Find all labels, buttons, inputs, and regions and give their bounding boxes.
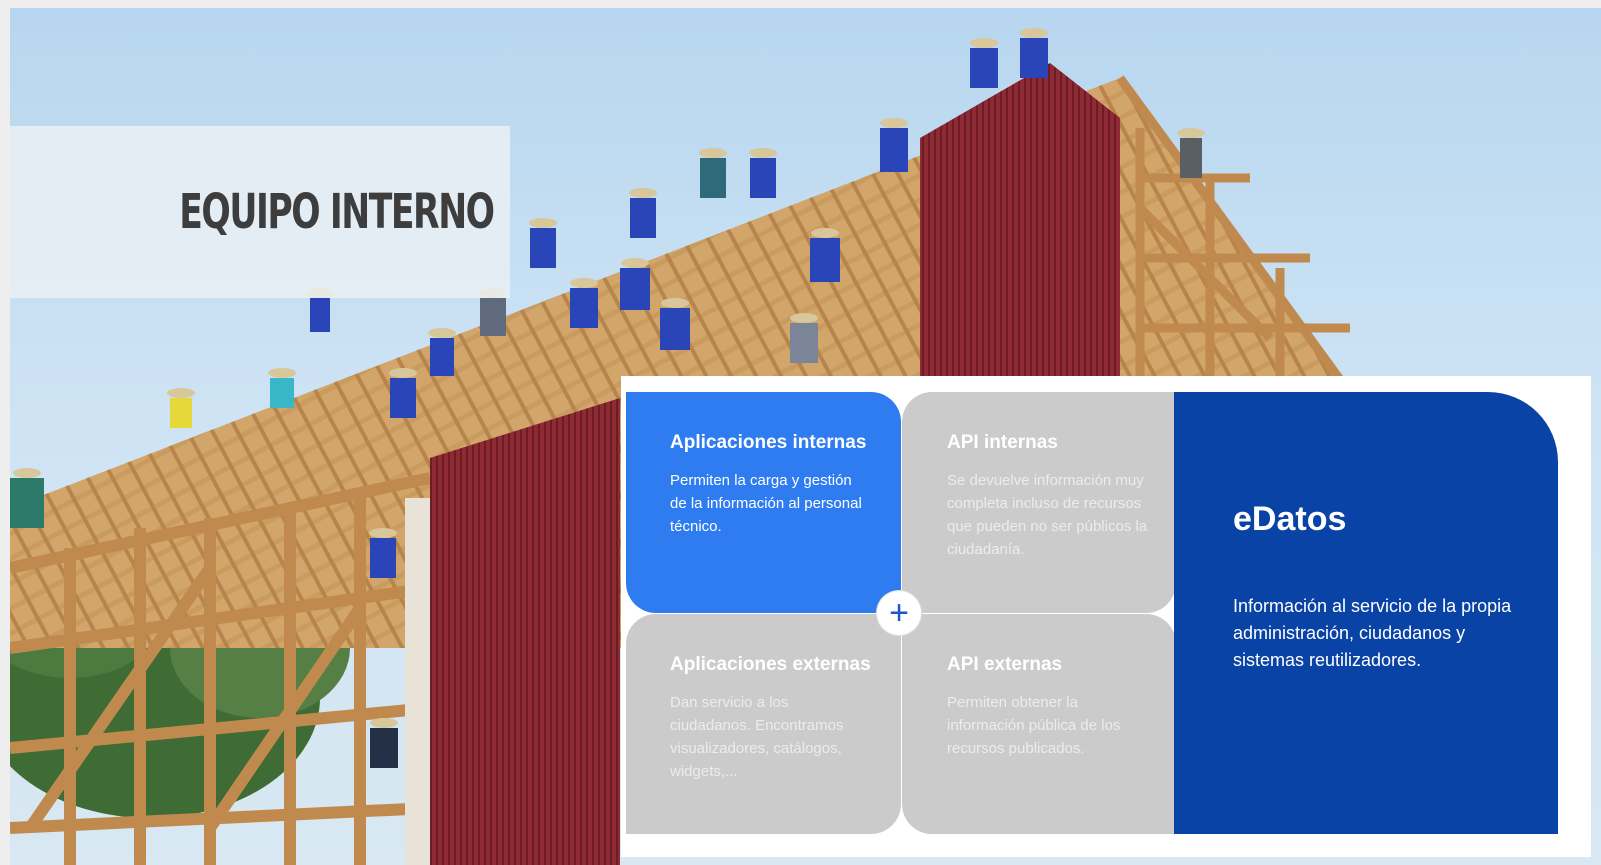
card-internal-api-body: Se devuelve información muy completa inc… <box>947 472 1148 558</box>
card-external-api-body: Permiten obtener la información pública … <box>947 694 1121 757</box>
edatos-card: eDatos Información al servicio de la pro… <box>1174 392 1558 834</box>
card-external-apps: Aplicaciones externas Dan servicio a los… <box>626 614 901 834</box>
slide-title: EQUIPO INTERNO <box>179 184 496 240</box>
red-gable-wall <box>920 63 1120 388</box>
edatos-panel: Aplicaciones internas Permiten la carga … <box>621 376 1591 857</box>
edatos-title: eDatos <box>1233 500 1347 538</box>
card-external-apps-title: Aplicaciones externas <box>670 654 871 675</box>
card-internal-api-title: API internas <box>947 432 1058 453</box>
card-external-apps-body: Dan servicio a los ciudadanos. Encontram… <box>670 694 844 780</box>
plus-icon[interactable]: + <box>877 591 921 635</box>
card-internal-api: API internas Se devuelve información muy… <box>902 392 1176 613</box>
card-external-api-title: API externas <box>947 654 1063 675</box>
card-internal-apps: Aplicaciones internas Permiten la carga … <box>626 392 901 613</box>
card-internal-apps-title: Aplicaciones internas <box>670 432 867 453</box>
edatos-body: Información al servicio de la propia adm… <box>1233 596 1512 670</box>
red-front-wall <box>430 398 620 865</box>
title-band: EQUIPO INTERNO <box>10 126 510 298</box>
card-internal-apps-body: Permiten la carga y gestión de la inform… <box>670 472 862 535</box>
card-external-api: API externas Permiten obtener la informa… <box>902 614 1176 834</box>
